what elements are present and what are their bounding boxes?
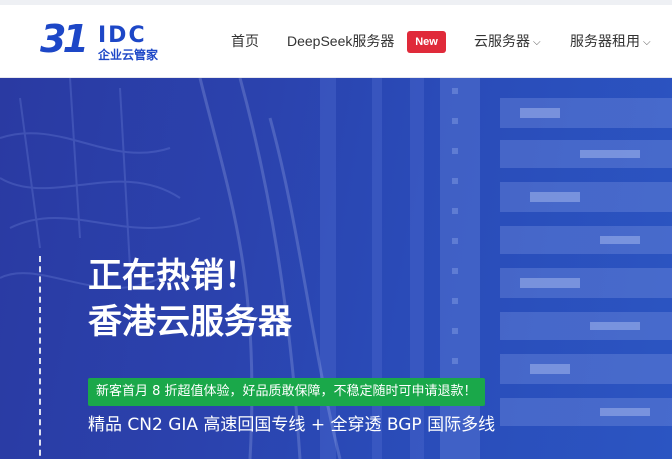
logo-number: 31 (40, 17, 89, 61)
hero-title-line2: 香港云服务器 (88, 302, 292, 342)
new-badge: New (407, 31, 446, 53)
dashed-divider (39, 256, 41, 459)
site-logo[interactable]: 31 IDC 企业云管家 (40, 19, 160, 63)
nav-deepseek-server[interactable]: DeepSeek服务器 (287, 31, 394, 51)
nav-home[interactable]: 首页 (231, 31, 259, 51)
hero-title-line1: 正在热销！ (88, 256, 258, 296)
chevron-down-icon: ⌵ (643, 37, 651, 48)
logo-tagline: 企业云管家 (98, 48, 159, 62)
nav-server-rental[interactable]: 服务器租用 ⌵ (570, 31, 651, 53)
chevron-down-icon: ⌵ (533, 37, 541, 48)
nav-cloud-label: 云服务器 (474, 33, 530, 49)
promo-banner: 新客首月 8 折超值体验，好品质敢保障，不稳定随时可申请退款！ (88, 378, 485, 406)
nav-rental-label: 服务器租用 (570, 33, 640, 49)
site-header: 31 IDC 企业云管家 首页 DeepSeek服务器 New 云服务器 ⌵ 服务… (0, 5, 672, 78)
logo-letters: IDC (98, 23, 147, 48)
hero-banner[interactable]: 正在热销！ 香港云服务器 新客首月 8 折超值体验，好品质敢保障，不稳定随时可申… (0, 78, 672, 459)
nav-cloud-server[interactable]: 云服务器 ⌵ (474, 31, 541, 53)
nav-home-label: 首页 (231, 33, 259, 49)
nav-deepseek-label: DeepSeek服务器 (287, 33, 395, 49)
hero-subline: 精品 CN2 GIA 高速回国专线 + 全穿透 BGP 国际多线 (88, 415, 496, 435)
